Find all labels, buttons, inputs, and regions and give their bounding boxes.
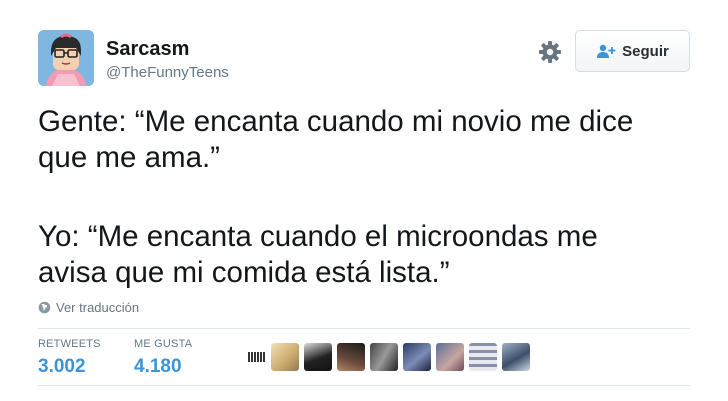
- gear-icon[interactable]: [538, 40, 562, 64]
- avatar-image: [38, 30, 94, 86]
- tweet-line: Gente: “Me encanta cuando mi novio me di…: [38, 105, 634, 138]
- likes-stat[interactable]: ME GUSTA 4.180: [134, 338, 192, 378]
- add-user-icon: [596, 44, 616, 58]
- retweets-count: 3.002: [38, 356, 86, 377]
- follow-button[interactable]: Seguir: [575, 30, 690, 72]
- tweet-text: Gente: “Me encanta cuando mi novio me di…: [38, 104, 708, 291]
- liker-avatar[interactable]: [304, 343, 332, 371]
- retweets-stat[interactable]: RETWEETS 3.002: [38, 338, 101, 378]
- tweet-line: avisa que mi comida está lista.”: [38, 256, 450, 289]
- avatar[interactable]: [38, 30, 94, 86]
- liker-avatar[interactable]: [248, 352, 266, 362]
- tweet-card: Sarcasm @TheFunnyTeens Seguir Gente: “Me…: [0, 0, 728, 401]
- liker-avatar[interactable]: [403, 343, 431, 371]
- divider: [38, 385, 690, 386]
- liker-avatar[interactable]: [337, 343, 365, 371]
- liker-avatar[interactable]: [436, 343, 464, 371]
- tweet-line: que me ama.”: [38, 141, 220, 174]
- likes-count: 4.180: [134, 356, 182, 377]
- tweet-line: Yo: “Me encanta cuando el microondas me: [38, 220, 598, 253]
- display-name[interactable]: Sarcasm: [106, 38, 189, 61]
- translate-link[interactable]: Ver traducción: [38, 300, 139, 315]
- divider: [38, 328, 690, 329]
- liker-avatar[interactable]: [502, 343, 530, 371]
- liker-avatar[interactable]: [469, 343, 497, 371]
- follow-label: Seguir: [622, 42, 669, 60]
- retweets-label: RETWEETS: [38, 338, 101, 350]
- liker-avatars: [248, 343, 530, 371]
- likes-label: ME GUSTA: [134, 338, 193, 350]
- liker-avatar[interactable]: [370, 343, 398, 371]
- username-handle[interactable]: @TheFunnyTeens: [106, 64, 229, 81]
- globe-icon: [38, 301, 51, 314]
- liker-avatar[interactable]: [271, 343, 299, 371]
- translate-label: Ver traducción: [56, 300, 140, 315]
